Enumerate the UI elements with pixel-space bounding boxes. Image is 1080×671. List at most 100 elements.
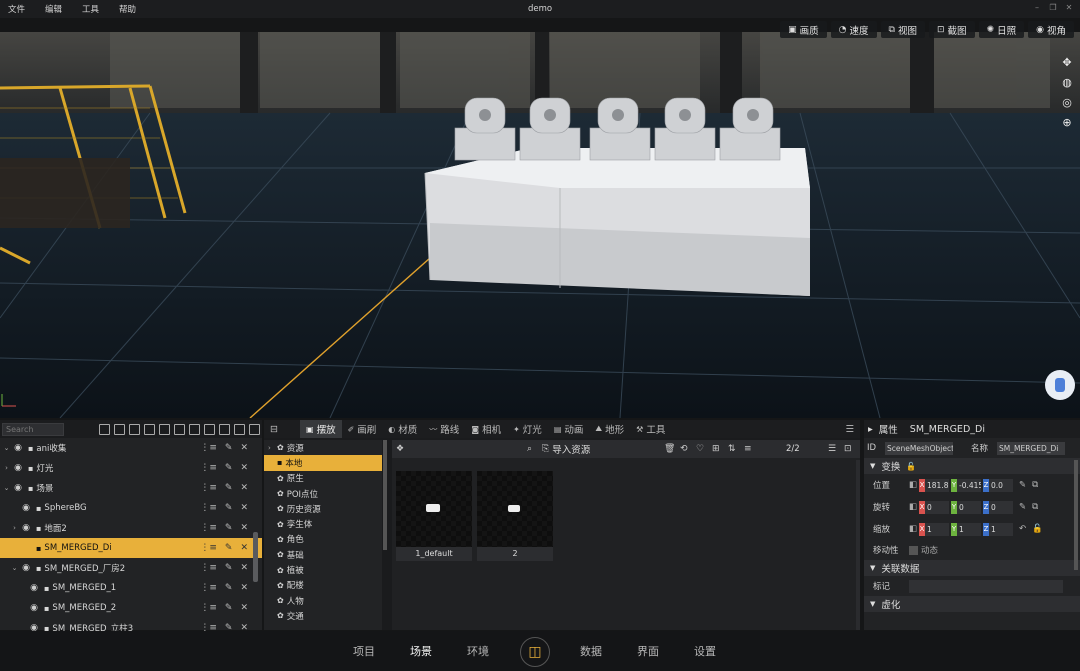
visibility-eye-icon[interactable]: ◉ xyxy=(19,523,33,533)
outliner-row[interactable]: ▪ SM_MERGED_Di ⋮≡ ✎ ✕ xyxy=(0,538,262,558)
edit-icon[interactable]: ✎ xyxy=(225,583,233,593)
rotation-y-field[interactable]: 0 xyxy=(957,500,981,514)
import-asset-button[interactable]: ⎘ 导入资源 xyxy=(542,442,590,456)
world-icon[interactable]: ⊕ xyxy=(1060,116,1074,130)
panel-toggle-icon[interactable]: ⊟ xyxy=(264,420,300,438)
grid-icon[interactable] xyxy=(159,423,170,435)
copy-icon[interactable]: ⧉ xyxy=(1032,480,1038,490)
outliner-scrollbar[interactable] xyxy=(253,532,258,582)
filter-icon[interactable]: ≡ xyxy=(744,444,752,454)
asset-category-item[interactable]: ✿ 原生 xyxy=(264,471,382,486)
position-x-field[interactable]: 181.820 xyxy=(925,478,949,492)
edit-icon[interactable]: ✎ xyxy=(225,463,233,473)
asset-category-item[interactable]: ✿ 历史资源 xyxy=(264,501,382,516)
copy-icon[interactable]: ⧉ xyxy=(1032,502,1038,512)
close-window-icon[interactable]: ✕ xyxy=(1064,3,1074,13)
visibility-eye-icon[interactable]: ◉ xyxy=(11,463,25,473)
heart-icon[interactable]: ♡ xyxy=(696,444,704,454)
camera-icon[interactable] xyxy=(129,423,140,435)
rotation-x-field[interactable]: 0 xyxy=(925,500,949,514)
delete-x-icon[interactable]: ✕ xyxy=(240,483,248,493)
asset-category-item[interactable]: ✿ 基础 xyxy=(264,547,382,562)
delete-x-icon[interactable]: ✕ xyxy=(240,543,248,553)
edit-icon[interactable]: ✎ xyxy=(225,483,233,493)
align-icon[interactable]: ⋮≡ xyxy=(200,483,217,493)
edit-icon[interactable]: ✎ xyxy=(1019,480,1026,490)
reset-cube-icon[interactable]: ◧ xyxy=(909,524,919,534)
chevron-down-icon[interactable]: ⌄ xyxy=(10,564,19,572)
asset-category-item[interactable]: ✿ 角色 xyxy=(264,532,382,547)
image-add-icon[interactable]: ⊞ xyxy=(712,444,720,454)
edit-icon[interactable]: ✎ xyxy=(225,443,233,453)
edit-icon[interactable]: ✎ xyxy=(225,603,233,613)
edit-icon[interactable]: ✎ xyxy=(1019,502,1026,512)
align-icon[interactable]: ⋮≡ xyxy=(200,523,217,533)
list-icon[interactable] xyxy=(219,423,230,435)
visibility-eye-icon[interactable]: ◉ xyxy=(19,563,33,573)
rotate-globe-icon[interactable]: ◍ xyxy=(1060,76,1074,90)
asset-category-item[interactable]: ✿ 人物 xyxy=(264,593,382,608)
align-icon[interactable]: ⋮≡ xyxy=(200,503,217,513)
asset-tab[interactable]: ▣ 摆放 xyxy=(300,420,342,438)
delete-x-icon[interactable]: ✕ xyxy=(240,443,248,453)
orbit-icon[interactable]: ◎ xyxy=(1060,96,1074,110)
asset-thumbnail[interactable]: 1_default xyxy=(396,471,472,561)
asset-tab[interactable]: ⚒ 工具 xyxy=(630,420,671,438)
minimize-icon[interactable]: – xyxy=(1032,3,1042,13)
chevron-right-icon[interactable]: › xyxy=(268,444,274,452)
linked-data-section-header[interactable]: ▼ 关联数据 xyxy=(864,560,1080,576)
scale-y-field[interactable]: 1 xyxy=(957,522,981,536)
delete-x-icon[interactable]: ✕ xyxy=(240,503,248,513)
asset-tab[interactable]: ◐ 材质 xyxy=(382,420,423,438)
mobility-checkbox[interactable] xyxy=(909,545,918,555)
asset-tab[interactable]: ⛰ 地形 xyxy=(589,420,630,438)
visibility-eye-icon[interactable]: ◉ xyxy=(11,443,25,453)
nav-settings[interactable]: 设置 xyxy=(694,643,716,659)
position-z-field[interactable]: 0.0 xyxy=(989,478,1013,492)
reset-cube-icon[interactable]: ◧ xyxy=(909,502,919,512)
move-icon[interactable]: ✥ xyxy=(1060,56,1074,70)
quality-button[interactable]: ▣ 画质 xyxy=(780,21,827,38)
copy-icon[interactable] xyxy=(174,423,185,435)
outliner-row[interactable]: ⌄ ◉ ▪ 场景 ⋮≡ ✎ ✕ xyxy=(0,478,262,498)
name-field[interactable]: SM_MERGED_Di xyxy=(997,441,1065,455)
outliner-row[interactable]: ◉ ▪ SM_MERGED_1 ⋮≡ ✎ ✕ xyxy=(0,578,262,598)
nav-environment[interactable]: 环境 xyxy=(467,643,489,659)
assistant-icon[interactable] xyxy=(1045,370,1075,400)
asset-tab[interactable]: ✐ 画刷 xyxy=(342,420,383,438)
tab-menu-icon[interactable]: ☰ xyxy=(839,420,860,438)
virtual-section-header[interactable]: ▼ 虚化 xyxy=(864,596,1080,612)
asset-category-item[interactable]: ▪ 本地 xyxy=(264,455,382,471)
align-icon[interactable]: ⋮≡ xyxy=(200,583,217,593)
nav-data[interactable]: 数据 xyxy=(580,643,602,659)
folder-icon[interactable] xyxy=(99,423,110,435)
square-icon[interactable] xyxy=(114,423,125,435)
id-field[interactable]: SceneMeshObject xyxy=(885,441,953,455)
outliner-row[interactable]: ◉ ▪ SphereBG ⋮≡ ✎ ✕ xyxy=(0,498,262,518)
position-y-field[interactable]: -0.4152 xyxy=(957,478,981,492)
edit-icon[interactable]: ✎ xyxy=(225,503,233,513)
outliner-row[interactable]: ⌄ ◉ ▪ SM_MERGED_厂房2 ⋮≡ ✎ ✕ xyxy=(0,558,262,578)
layout-icon[interactable] xyxy=(234,423,245,435)
menu-file[interactable]: 文件 xyxy=(0,3,33,15)
menu-help[interactable]: 帮助 xyxy=(107,3,144,15)
outliner-row[interactable]: › ◉ ▪ 灯光 ⋮≡ ✎ ✕ xyxy=(0,458,262,478)
align-icon[interactable]: ⋮≡ xyxy=(200,463,217,473)
scale-x-field[interactable]: 1 xyxy=(925,522,949,536)
expand-icon[interactable] xyxy=(204,423,215,435)
asset-category-item[interactable]: › ✿ 资源 xyxy=(264,440,382,455)
panel-icon[interactable] xyxy=(249,423,260,435)
chevron-down-icon[interactable]: ⌄ xyxy=(2,444,11,452)
asset-tab[interactable]: ▤ 动画 xyxy=(548,420,590,438)
asset-category-item[interactable]: ✿ 配楼 xyxy=(264,578,382,593)
nav-project[interactable]: 项目 xyxy=(353,643,375,659)
asset-category-item[interactable]: ✿ 孪生体 xyxy=(264,516,382,531)
asset-thumbnail[interactable]: 2 xyxy=(477,471,553,561)
delete-x-icon[interactable]: ✕ xyxy=(240,463,248,473)
delete-x-icon[interactable]: ✕ xyxy=(240,523,248,533)
history-icon[interactable]: ⟲ xyxy=(680,444,688,454)
camera-angle-button[interactable]: ◉ 视角 xyxy=(1028,21,1074,38)
3d-viewport[interactable]: ▣ 画质 ◔ 速度 ⧉ 视图 ⊡ 截图 ✺ 日照 ◉ 视角 ✥ ◍ ◎ ⊕ xyxy=(0,18,1080,418)
visibility-eye-icon[interactable]: ◉ xyxy=(19,503,33,513)
restore-icon[interactable]: ❐ xyxy=(1048,3,1058,13)
